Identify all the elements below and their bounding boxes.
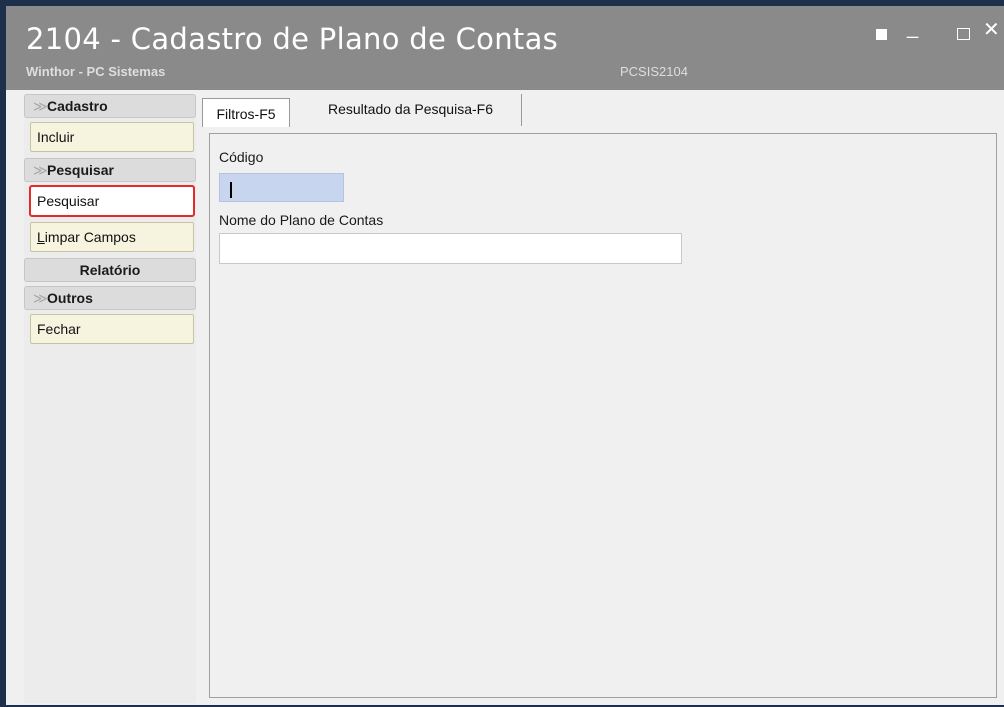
section-pesquisar[interactable]: ≫ Pesquisar [24, 158, 196, 182]
codigo-input[interactable] [219, 173, 344, 202]
pesquisar-button[interactable]: Pesquisar [29, 185, 195, 217]
section-pesquisar-title: Pesquisar [47, 162, 114, 178]
text-caret [230, 182, 232, 198]
actions-sidebar: ≫ Cadastro Incluir ≫ Pesquisar Pesquisar… [24, 94, 196, 703]
application-window: 2104 - Cadastro de Plano de Contas Winth… [0, 0, 1004, 707]
incluir-button[interactable]: Incluir [30, 122, 194, 152]
chevron-collapse-icon: ≫ [33, 98, 48, 114]
section-cadastro[interactable]: ≫ Cadastro [24, 94, 196, 118]
nome-plano-contas-label: Nome do Plano de Contas [219, 212, 384, 228]
limpar-campos-button[interactable]: Limpar Campos [30, 222, 194, 252]
maximize-icon[interactable] [957, 24, 970, 44]
fechar-button[interactable]: Fechar [30, 314, 194, 344]
codigo-label: Código [219, 149, 264, 165]
section-cadastro-title: Cadastro [47, 98, 108, 114]
chevron-collapse-icon: ≫ [33, 162, 48, 178]
window-title: 2104 - Cadastro de Plano de Contas [26, 22, 559, 56]
nome-plano-contas-input[interactable] [219, 233, 682, 264]
limpar-label-rest: impar Campos [44, 229, 136, 245]
close-icon[interactable]: ✕ [983, 20, 1000, 40]
routine-code: PCSIS2104 [620, 64, 688, 79]
restore-icon[interactable] [876, 24, 887, 44]
title-bar: 2104 - Cadastro de Plano de Contas Winth… [6, 6, 1004, 90]
chevron-collapse-icon: ≫ [33, 290, 48, 306]
section-relatorio[interactable]: Relatório [24, 258, 196, 282]
tab-filtros[interactable]: Filtros-F5 [202, 98, 290, 127]
section-outros-title: Outros [47, 290, 93, 306]
tab-resultado-pesquisa[interactable]: Resultado da Pesquisa-F6 [300, 94, 522, 126]
window-subtitle: Winthor - PC Sistemas [26, 64, 166, 79]
section-relatorio-title: Relatório [79, 262, 141, 278]
limpar-mnemonic: L [37, 229, 45, 245]
minimize-icon[interactable]: _ [907, 18, 918, 38]
section-outros[interactable]: ≫ Outros [24, 286, 196, 310]
